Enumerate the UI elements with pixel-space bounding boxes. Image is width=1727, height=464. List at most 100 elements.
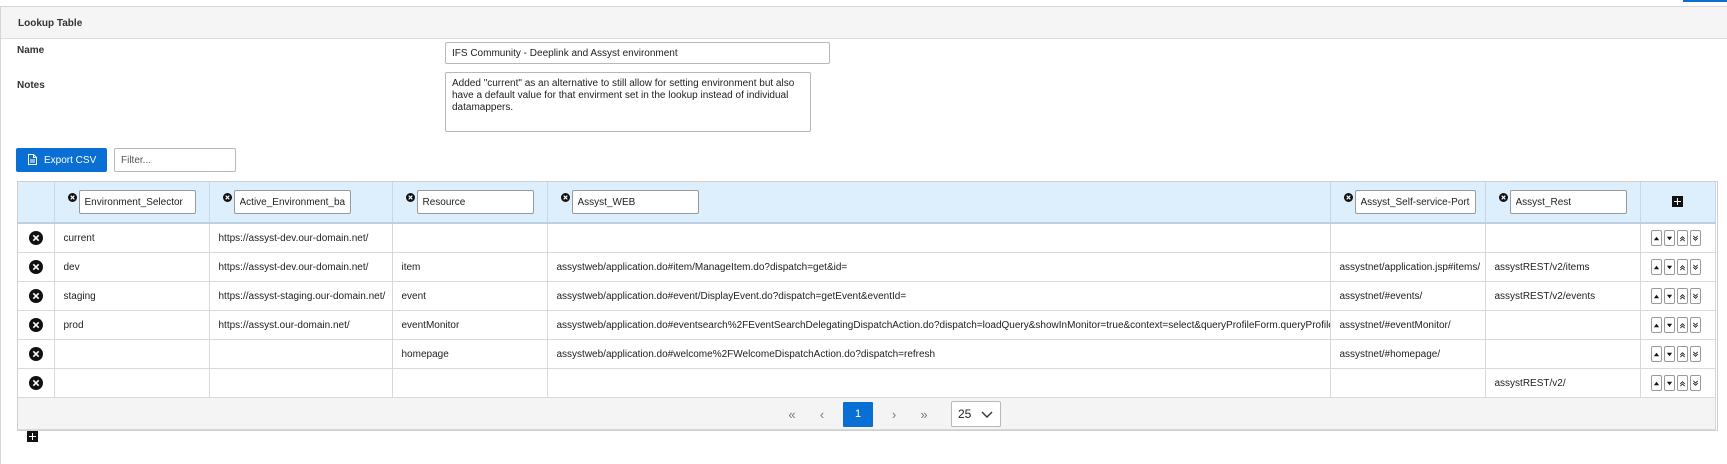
table-cell[interactable]: https://assyst-dev.our-domain.net/ bbox=[209, 223, 393, 253]
table-cell[interactable] bbox=[547, 368, 1331, 398]
table-cell[interactable]: event bbox=[392, 281, 548, 311]
table-cell[interactable]: https://assyst-dev.our-domain.net/ bbox=[209, 252, 393, 282]
pagination-bar: « ‹ 1 › » 25 bbox=[18, 397, 1716, 430]
remove-column-icon[interactable] bbox=[1498, 193, 1508, 202]
first-page-button[interactable]: « bbox=[777, 402, 807, 427]
table-cell[interactable]: https://assyst.our-domain.net/ bbox=[209, 310, 393, 340]
move-up-button[interactable] bbox=[1650, 259, 1662, 275]
move-up-button[interactable] bbox=[1650, 317, 1662, 333]
move-up-icon bbox=[1653, 236, 1659, 240]
move-up-button[interactable] bbox=[1650, 230, 1662, 246]
move-top-button[interactable] bbox=[1676, 346, 1688, 362]
next-page-button[interactable]: › bbox=[879, 402, 909, 427]
table-cell[interactable]: assystnet/#homepage/ bbox=[1330, 339, 1486, 369]
table-cell[interactable] bbox=[1330, 368, 1486, 398]
add-row-icon[interactable] bbox=[27, 431, 38, 442]
table-cell[interactable] bbox=[209, 368, 393, 398]
remove-column-icon[interactable] bbox=[560, 193, 570, 202]
move-up-button[interactable] bbox=[1650, 346, 1662, 362]
last-page-button[interactable]: » bbox=[909, 402, 939, 427]
table-cell[interactable] bbox=[1330, 223, 1486, 253]
move-bottom-button[interactable] bbox=[1689, 288, 1701, 304]
table-cell[interactable] bbox=[1485, 223, 1641, 253]
move-up-button[interactable] bbox=[1650, 375, 1662, 391]
move-bottom-button[interactable] bbox=[1689, 375, 1701, 391]
table-cell[interactable] bbox=[547, 223, 1331, 253]
move-down-button[interactable] bbox=[1663, 288, 1675, 304]
delete-cell bbox=[18, 223, 55, 253]
table-cell[interactable]: assystREST/v2/ bbox=[1485, 368, 1641, 398]
delete-row-icon[interactable] bbox=[28, 231, 43, 245]
move-top-button[interactable] bbox=[1676, 259, 1688, 275]
column-name-input[interactable] bbox=[1509, 190, 1627, 214]
row-order-controls bbox=[1640, 339, 1716, 369]
notes-textarea[interactable]: Added "current" as an alternative to sti… bbox=[445, 72, 811, 132]
table-cell[interactable]: assystREST/v2/events bbox=[1485, 281, 1641, 311]
table-cell[interactable] bbox=[392, 223, 548, 253]
page-size-select[interactable]: 25 bbox=[951, 401, 1001, 427]
table-cell[interactable]: item bbox=[392, 252, 548, 282]
move-bottom-button[interactable] bbox=[1689, 346, 1701, 362]
move-bottom-icon bbox=[1692, 351, 1698, 357]
table-row: staging https://assyst-staging.our-domain… bbox=[18, 281, 1716, 311]
prev-page-button[interactable]: ‹ bbox=[807, 402, 837, 427]
move-down-button[interactable] bbox=[1663, 259, 1675, 275]
name-input[interactable]: IFS Community - Deeplink and Assyst envi… bbox=[445, 42, 830, 64]
move-top-icon bbox=[1679, 351, 1685, 357]
move-top-button[interactable] bbox=[1676, 288, 1688, 304]
export-csv-button[interactable]: Export CSV bbox=[16, 148, 107, 172]
add-column-icon[interactable] bbox=[1672, 196, 1683, 208]
column-name-input[interactable] bbox=[78, 190, 196, 214]
move-bottom-button[interactable] bbox=[1689, 317, 1701, 333]
remove-column-icon[interactable] bbox=[405, 193, 415, 202]
column-name-input[interactable] bbox=[571, 190, 699, 214]
move-down-button[interactable] bbox=[1663, 346, 1675, 362]
delete-row-icon[interactable] bbox=[28, 318, 43, 332]
table-cell[interactable]: assystweb/application.do#welcome%2FWelco… bbox=[547, 339, 1331, 369]
move-down-button[interactable] bbox=[1663, 375, 1675, 391]
table-cell[interactable]: assystweb/application.do#item/ManageItem… bbox=[547, 252, 1331, 282]
table-cell[interactable] bbox=[1485, 310, 1641, 340]
move-bottom-button[interactable] bbox=[1689, 259, 1701, 275]
move-bottom-icon bbox=[1692, 293, 1698, 299]
column-name-input[interactable] bbox=[416, 190, 534, 214]
remove-column-icon[interactable] bbox=[67, 193, 77, 202]
delete-row-icon[interactable] bbox=[28, 347, 43, 361]
move-down-icon bbox=[1666, 381, 1672, 385]
table-cell[interactable]: assystnet/#eventMonitor/ bbox=[1330, 310, 1486, 340]
column-name-input[interactable] bbox=[233, 190, 351, 214]
table-cell[interactable]: assystnet/#events/ bbox=[1330, 281, 1486, 311]
table-cell[interactable]: staging bbox=[54, 281, 210, 311]
table-cell[interactable]: eventMonitor bbox=[392, 310, 548, 340]
column-name-input[interactable] bbox=[1354, 190, 1476, 214]
table-cell[interactable]: assystnet/application.jsp#items/ bbox=[1330, 252, 1486, 282]
move-down-button[interactable] bbox=[1663, 317, 1675, 333]
table-cell[interactable]: https://assyst-staging.our-domain.net/ bbox=[209, 281, 393, 311]
table-cell[interactable]: homepage bbox=[392, 339, 548, 369]
table-cell[interactable]: current bbox=[54, 223, 210, 253]
table-cell[interactable] bbox=[54, 339, 210, 369]
delete-row-icon[interactable] bbox=[28, 260, 43, 274]
table-cell[interactable]: assystweb/application.do#eventsearch%2FE… bbox=[547, 310, 1331, 340]
table-cell[interactable]: assystREST/v2/items bbox=[1485, 252, 1641, 282]
remove-column-icon[interactable] bbox=[222, 193, 232, 202]
move-up-button[interactable] bbox=[1650, 288, 1662, 304]
delete-row-icon[interactable] bbox=[28, 289, 43, 303]
move-down-button[interactable] bbox=[1663, 230, 1675, 246]
move-bottom-button[interactable] bbox=[1689, 230, 1701, 246]
filter-input[interactable] bbox=[114, 148, 236, 172]
name-label: Name bbox=[17, 45, 45, 56]
move-top-button[interactable] bbox=[1676, 230, 1688, 246]
table-cell[interactable] bbox=[209, 339, 393, 369]
table-cell[interactable]: prod bbox=[54, 310, 210, 340]
table-cell[interactable] bbox=[54, 368, 210, 398]
move-top-button[interactable] bbox=[1676, 375, 1688, 391]
delete-row-icon[interactable] bbox=[28, 376, 43, 390]
table-cell[interactable] bbox=[392, 368, 548, 398]
remove-column-icon[interactable] bbox=[1343, 193, 1353, 202]
table-cell[interactable] bbox=[1485, 339, 1641, 369]
table-cell[interactable]: dev bbox=[54, 252, 210, 282]
move-top-button[interactable] bbox=[1676, 317, 1688, 333]
current-page-button[interactable]: 1 bbox=[843, 401, 873, 427]
table-cell[interactable]: assystweb/application.do#event/DisplayEv… bbox=[547, 281, 1331, 311]
